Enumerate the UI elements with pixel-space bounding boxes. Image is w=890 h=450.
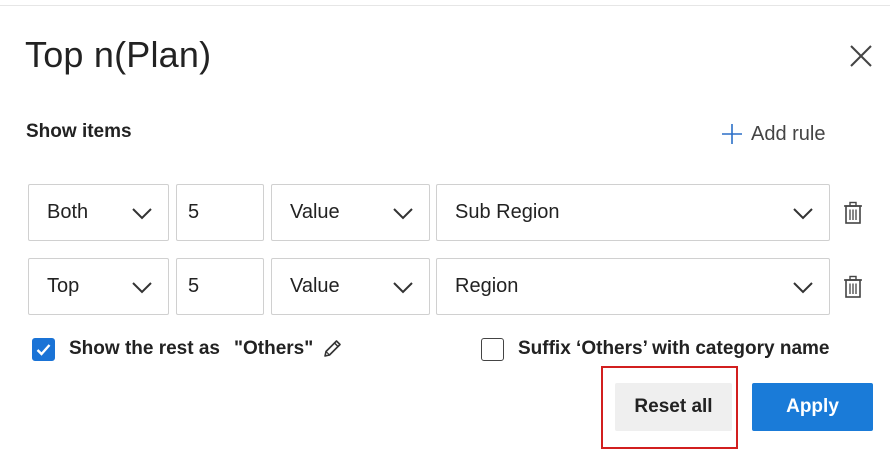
field-value: Region xyxy=(455,275,519,297)
checkmark-icon xyxy=(36,343,51,356)
field-select[interactable]: Region xyxy=(436,258,830,315)
others-name-value: "Others" xyxy=(234,338,314,359)
chevron-down-icon xyxy=(132,282,152,294)
field-select[interactable]: Sub Region xyxy=(436,184,830,241)
delete-rule-button[interactable] xyxy=(842,201,864,225)
direction-value: Both xyxy=(47,201,89,223)
show-rest-option: Show the rest as "Others" xyxy=(32,336,343,362)
add-rule-button[interactable]: Add rule xyxy=(721,119,826,149)
by-value: Value xyxy=(290,275,340,297)
chevron-down-icon xyxy=(132,208,152,220)
chevron-down-icon xyxy=(793,282,813,294)
delete-rule-button[interactable] xyxy=(842,275,864,299)
chevron-down-icon xyxy=(393,282,413,294)
add-rule-label: Add rule xyxy=(751,122,826,145)
suffix-option: Suffix ‘Others’ with category name xyxy=(481,336,829,362)
trash-icon xyxy=(844,275,862,298)
direction-select[interactable]: Both xyxy=(28,184,169,241)
suffix-label: Suffix ‘Others’ with category name xyxy=(518,338,830,359)
trash-icon xyxy=(844,201,862,224)
plus-icon xyxy=(722,124,742,144)
by-value: Value xyxy=(290,201,340,223)
count-value: 5 xyxy=(188,275,200,297)
pencil-icon[interactable] xyxy=(321,338,343,360)
count-input[interactable]: 5 xyxy=(176,184,264,241)
count-input[interactable]: 5 xyxy=(176,258,264,315)
dialog-title: Top n(Plan) xyxy=(25,34,212,75)
field-value: Sub Region xyxy=(455,201,560,223)
count-value: 5 xyxy=(188,201,200,223)
close-button[interactable] xyxy=(845,40,877,72)
rule-row: Both 5 Value Sub Region xyxy=(28,184,868,242)
chevron-down-icon xyxy=(793,208,813,220)
by-select[interactable]: Value xyxy=(271,184,430,241)
chevron-down-icon xyxy=(393,208,413,220)
direction-value: Top xyxy=(47,275,80,297)
rule-row: Top 5 Value Region xyxy=(28,258,868,316)
show-rest-checkbox[interactable] xyxy=(32,337,55,361)
top-n-dialog: Top n(Plan) Show items Add rule Both 5 V… xyxy=(0,0,890,450)
direction-select[interactable]: Top xyxy=(28,258,169,315)
apply-button[interactable]: Apply xyxy=(752,383,873,431)
suffix-checkbox[interactable] xyxy=(481,337,504,361)
by-select[interactable]: Value xyxy=(271,258,430,315)
show-items-label: Show items xyxy=(26,121,132,142)
show-rest-label: Show the rest as xyxy=(69,338,220,359)
close-icon xyxy=(850,45,872,67)
reset-all-button[interactable]: Reset all xyxy=(615,383,732,431)
